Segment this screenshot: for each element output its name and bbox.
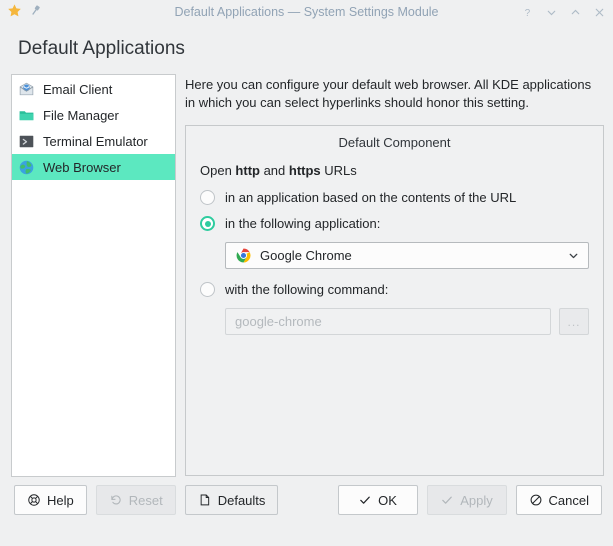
help-button[interactable]: ?	[520, 5, 535, 20]
component-list[interactable]: Email Client File Manager Terminal Emula…	[11, 74, 176, 477]
radio-option-following-application[interactable]: in the following application:	[200, 216, 589, 231]
maximize-button[interactable]	[568, 5, 583, 20]
page-header: Default Applications	[0, 24, 613, 68]
cancel-icon	[529, 493, 543, 507]
sidebar-item-email-client[interactable]: Email Client	[12, 76, 175, 102]
radio-indicator[interactable]	[200, 282, 215, 297]
radio-indicator-selected[interactable]	[200, 216, 215, 231]
undo-icon	[109, 493, 123, 507]
ok-button[interactable]: OK	[337, 485, 418, 515]
globe-icon	[18, 159, 35, 176]
sidebar-item-label: Email Client	[43, 81, 113, 97]
open-suffix: URLs	[320, 163, 357, 178]
check-icon	[358, 493, 372, 507]
lifebuoy-icon	[27, 493, 41, 507]
default-component-group: Default Component Open http and https UR…	[185, 125, 604, 476]
dialog-button-bar: Help Reset Defaults OK Apply Cancel	[0, 476, 613, 515]
apply-button[interactable]: Apply	[426, 485, 507, 515]
minimize-button[interactable]	[544, 5, 559, 20]
description-text: Here you can configure your default web …	[185, 77, 592, 110]
radio-option-url-contents[interactable]: in an application based on the contents …	[200, 190, 589, 205]
pin-icon[interactable]	[29, 4, 42, 20]
reset-button[interactable]: Reset	[95, 485, 176, 515]
settings-pane: Here you can configure your default web …	[185, 74, 604, 476]
open-middle: and	[259, 163, 289, 178]
button-label: OK	[378, 492, 397, 508]
window-controls: ?	[520, 0, 607, 24]
sidebar-item-web-browser[interactable]: Web Browser	[12, 154, 175, 180]
folder-icon	[18, 107, 35, 124]
radio-option-following-command[interactable]: with the following command:	[200, 282, 589, 297]
button-label: Help	[47, 492, 74, 508]
page-title: Default Applications	[18, 38, 185, 59]
command-input[interactable]: google-chrome	[225, 308, 551, 335]
close-button[interactable]	[592, 5, 607, 20]
chevron-down-icon[interactable]	[567, 249, 580, 262]
sidebar-item-file-manager[interactable]: File Manager	[12, 102, 175, 128]
radio-indicator[interactable]	[200, 190, 215, 205]
open-prefix: Open	[200, 163, 236, 178]
title-bar: Default Applications — System Settings M…	[0, 0, 613, 24]
radio-label: with the following command:	[225, 282, 389, 297]
group-title: Default Component	[338, 135, 451, 150]
defaults-button[interactable]: Defaults	[184, 485, 279, 515]
open-urls-label: Open http and https URLs	[200, 163, 589, 178]
https-keyword: https	[288, 163, 321, 178]
button-label: Defaults	[217, 492, 266, 508]
http-keyword: http	[235, 163, 260, 178]
button-label: Apply	[460, 492, 493, 508]
titlebar-left-icons	[0, 3, 42, 21]
browser-combobox-wrap: Google Chrome	[200, 242, 589, 269]
check-icon	[440, 493, 454, 507]
button-label: Cancel	[548, 492, 589, 508]
terminal-icon	[18, 133, 35, 150]
chrome-icon	[235, 247, 252, 264]
sidebar-item-terminal-emulator[interactable]: Terminal Emulator	[12, 128, 175, 154]
combobox-value: Google Chrome	[260, 248, 352, 263]
email-icon	[18, 81, 35, 98]
sidebar-item-label: Terminal Emulator	[43, 133, 148, 149]
star-icon[interactable]	[7, 3, 22, 21]
browse-button[interactable]: ...	[559, 308, 589, 335]
sidebar-item-label: Web Browser	[43, 159, 121, 175]
document-icon	[198, 493, 212, 507]
content-area: Email Client File Manager Terminal Emula…	[0, 68, 613, 477]
browser-combobox[interactable]: Google Chrome	[225, 242, 589, 269]
cancel-button[interactable]: Cancel	[515, 485, 602, 515]
command-row: google-chrome ...	[200, 308, 589, 335]
help-button[interactable]: Help	[14, 485, 87, 515]
radio-label: in an application based on the contents …	[225, 190, 517, 205]
svg-text:?: ?	[525, 7, 531, 18]
button-label: Reset	[128, 492, 163, 508]
sidebar-item-label: File Manager	[43, 107, 119, 123]
radio-label: in the following application:	[225, 216, 381, 231]
